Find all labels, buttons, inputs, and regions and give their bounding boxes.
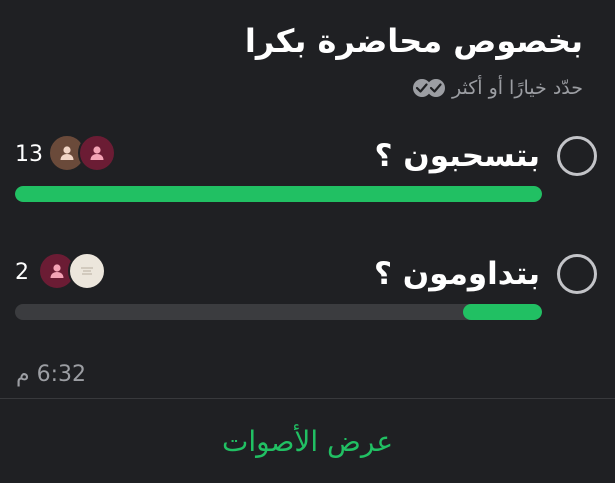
option-2-radio[interactable] bbox=[557, 254, 597, 294]
option-1-vote-count: 13 bbox=[15, 142, 43, 167]
option-2-progress-fill bbox=[462, 304, 542, 320]
message-time: 6:32 م bbox=[16, 362, 87, 387]
option-2-progress-bar bbox=[15, 304, 542, 320]
image-avatar bbox=[68, 252, 106, 290]
double-check-icon bbox=[412, 78, 446, 98]
poll-subtitle-row: حدّد خيارًا أو أكثر bbox=[412, 77, 583, 99]
option-1-label: بتسحبون ؟ bbox=[374, 138, 540, 174]
option-1-progress-fill bbox=[15, 186, 542, 202]
poll-title: بخصوص محاضرة بكرا bbox=[244, 22, 583, 60]
option-1-radio[interactable] bbox=[557, 136, 597, 176]
option-2-vote-count: 2 bbox=[15, 260, 29, 285]
view-votes-button[interactable]: عرض الأصوات bbox=[0, 399, 615, 483]
option-1-progress-bar bbox=[15, 186, 542, 202]
poll-subtitle: حدّد خيارًا أو أكثر bbox=[451, 77, 583, 99]
person-icon bbox=[78, 134, 116, 172]
option-2-label: بتداومون ؟ bbox=[374, 256, 540, 292]
